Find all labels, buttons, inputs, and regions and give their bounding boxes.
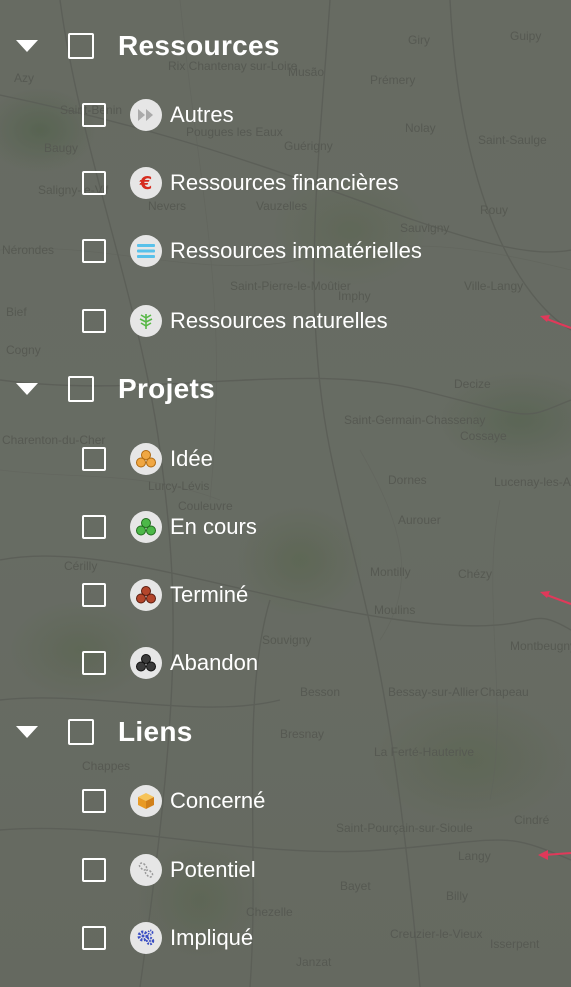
layer-checkbox[interactable] bbox=[82, 447, 106, 471]
layer-checkbox[interactable] bbox=[82, 515, 106, 539]
euro-icon: € bbox=[130, 167, 162, 199]
layer-label: Ressources financières bbox=[170, 170, 399, 195]
caret-down-icon[interactable] bbox=[16, 383, 38, 395]
layer-group-liens[interactable]: Liens bbox=[14, 712, 193, 752]
layer-item-ressources-immaterielles[interactable]: Ressources immatérielles bbox=[82, 231, 422, 271]
layer-label: Idée bbox=[170, 446, 213, 471]
group-label: Projets bbox=[118, 373, 216, 404]
layer-item-implique[interactable]: Impliqué bbox=[82, 918, 253, 958]
cluster-black-icon bbox=[130, 647, 162, 679]
layer-item-en-cours[interactable]: En cours bbox=[82, 507, 257, 547]
layer-checkbox[interactable] bbox=[82, 171, 106, 195]
group-checkbox[interactable] bbox=[68, 376, 94, 402]
fast-forward-icon bbox=[130, 99, 162, 131]
layer-checkbox[interactable] bbox=[82, 583, 106, 607]
layer-label: En cours bbox=[170, 514, 257, 539]
layer-label: Impliqué bbox=[170, 925, 254, 950]
layer-item-autres[interactable]: Autres bbox=[82, 95, 234, 135]
group-checkbox[interactable] bbox=[68, 33, 94, 59]
layer-checkbox[interactable] bbox=[82, 858, 106, 882]
cube-icon bbox=[130, 785, 162, 817]
group-label: Liens bbox=[118, 716, 193, 747]
layer-item-idee[interactable]: Idée bbox=[82, 439, 213, 479]
layer-group-ressources[interactable]: Ressources bbox=[14, 26, 280, 66]
group-checkbox[interactable] bbox=[68, 719, 94, 745]
group-label: Ressources bbox=[118, 30, 280, 61]
layer-label: Concerné bbox=[170, 788, 266, 813]
layer-item-termine[interactable]: Terminé bbox=[82, 575, 248, 615]
layer-checkbox[interactable] bbox=[82, 651, 106, 675]
leaf-icon bbox=[130, 305, 162, 337]
gears-icon bbox=[130, 922, 162, 954]
layer-group-projets[interactable]: Projets bbox=[14, 369, 215, 409]
layer-item-potentiel[interactable]: Potentiel bbox=[82, 850, 256, 890]
layer-label: Autres bbox=[170, 102, 234, 127]
caret-down-icon[interactable] bbox=[16, 726, 38, 738]
layer-checkbox[interactable] bbox=[82, 103, 106, 127]
layer-tree: Ressources Autres € Ressources financièr… bbox=[0, 0, 571, 987]
layer-label: Terminé bbox=[170, 582, 249, 607]
layer-label: Ressources naturelles bbox=[170, 308, 388, 333]
layer-label: Ressources immatérielles bbox=[170, 238, 422, 263]
layer-item-concerne[interactable]: Concerné bbox=[82, 781, 265, 821]
layer-item-abandon[interactable]: Abandon bbox=[82, 643, 258, 683]
caret-down-icon[interactable] bbox=[16, 40, 38, 52]
cluster-orange-icon bbox=[130, 443, 162, 475]
layer-item-ressources-naturelles[interactable]: Ressources naturelles bbox=[82, 301, 388, 341]
cluster-brown-icon bbox=[130, 579, 162, 611]
layer-checkbox[interactable] bbox=[82, 926, 106, 950]
link-icon bbox=[130, 854, 162, 886]
layer-checkbox[interactable] bbox=[82, 239, 106, 263]
layer-checkbox[interactable] bbox=[82, 309, 106, 333]
layer-checkbox[interactable] bbox=[82, 789, 106, 813]
layer-label: Abandon bbox=[170, 650, 259, 675]
list-icon bbox=[130, 235, 162, 267]
layer-item-ressources-financieres[interactable]: € Ressources financières bbox=[82, 163, 399, 203]
layer-label: Potentiel bbox=[170, 857, 256, 882]
cluster-green-icon bbox=[130, 511, 162, 543]
